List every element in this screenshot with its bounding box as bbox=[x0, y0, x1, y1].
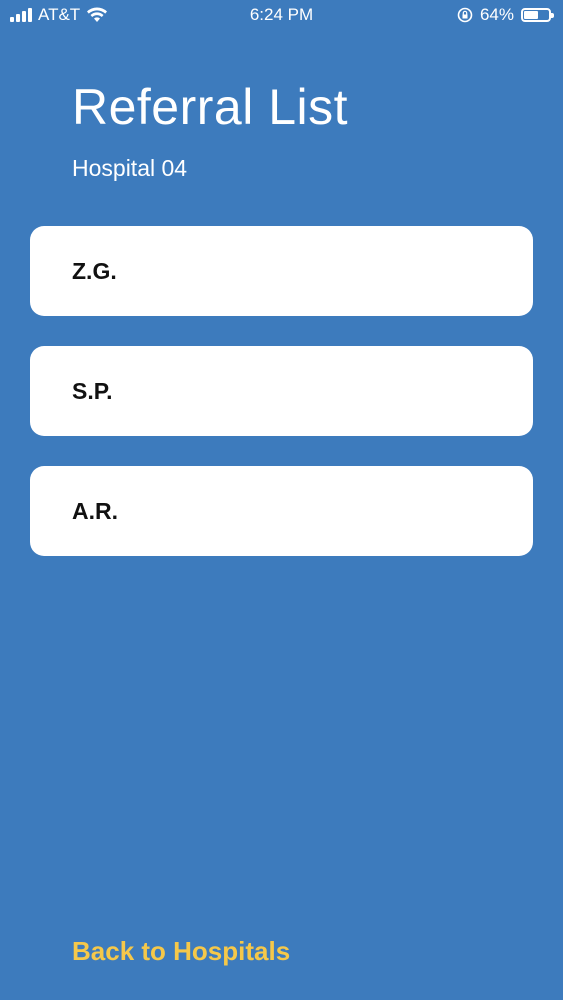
referral-list: Z.G. S.P. A.R. bbox=[30, 226, 533, 556]
referral-card[interactable]: S.P. bbox=[30, 346, 533, 436]
orientation-lock-icon bbox=[457, 7, 473, 23]
hospital-subtitle: Hospital 04 bbox=[72, 155, 188, 181]
page-title: Referral List bbox=[72, 79, 349, 135]
battery-icon bbox=[521, 8, 554, 22]
battery-fill bbox=[524, 11, 539, 19]
back-to-hospitals-link[interactable]: Back to Hospitals bbox=[72, 936, 290, 967]
referral-initials: Z.G. bbox=[72, 257, 117, 284]
status-bar: AT&T 6:24 PM 64% bbox=[0, 0, 563, 32]
referral-initials: A.R. bbox=[72, 497, 118, 524]
referral-initials: S.P. bbox=[72, 377, 113, 404]
status-right: 64% bbox=[457, 5, 554, 25]
referral-card[interactable]: Z.G. bbox=[30, 226, 533, 316]
battery-percent: 64% bbox=[479, 5, 514, 24]
referral-card[interactable]: A.R. bbox=[30, 466, 533, 556]
